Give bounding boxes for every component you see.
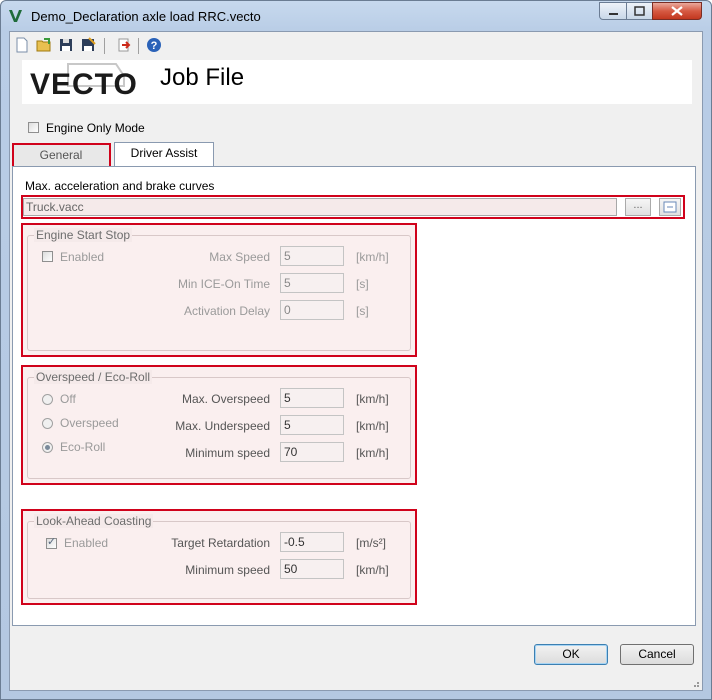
max-underspeed-input[interactable]: 5 bbox=[280, 415, 344, 435]
svg-text:?: ? bbox=[151, 40, 158, 52]
activation-delay-label: Activation Delay bbox=[183, 304, 270, 318]
overspeed-minimum-speed-input[interactable]: 70 bbox=[280, 442, 344, 462]
save-as-icon[interactable] bbox=[80, 37, 96, 53]
client-area: ? VECTO Job File Engine Only Mode Genera… bbox=[9, 31, 703, 691]
activation-delay-unit: [s] bbox=[356, 304, 369, 318]
toolbar-separator bbox=[104, 38, 105, 54]
max-underspeed-unit: [km/h] bbox=[356, 419, 389, 433]
look-ahead-minimum-speed-unit: [km/h] bbox=[356, 563, 389, 577]
min-ice-on-time-label: Min ICE-On Time bbox=[177, 277, 270, 291]
activation-delay-input[interactable]: 0 bbox=[280, 300, 344, 320]
target-retardation-input[interactable]: -0.5 bbox=[280, 532, 344, 552]
max-underspeed-label: Max. Underspeed bbox=[175, 419, 270, 433]
max-overspeed-input[interactable]: 5 bbox=[280, 388, 344, 408]
driver-assist-panel: Max. acceleration and brake curves Truck… bbox=[12, 166, 696, 626]
new-file-icon[interactable] bbox=[14, 37, 30, 53]
job-file-window: Demo_Declaration axle load RRC.vecto ? V… bbox=[0, 0, 712, 700]
max-speed-label: Max Speed bbox=[209, 250, 270, 264]
close-button[interactable] bbox=[652, 2, 702, 20]
engine-only-mode-checkbox[interactable] bbox=[28, 122, 39, 133]
cancel-button[interactable]: Cancel bbox=[620, 644, 694, 665]
header-banner: VECTO Job File bbox=[22, 60, 692, 104]
tab-driver-assist[interactable]: Driver Assist bbox=[114, 142, 214, 167]
max-overspeed-unit: [km/h] bbox=[356, 392, 389, 406]
open-file-icon bbox=[663, 201, 677, 213]
look-ahead-enabled-checkbox[interactable] bbox=[46, 535, 57, 549]
engine-start-stop-enabled-label: Enabled bbox=[60, 250, 105, 264]
eco-roll-radio-label: Eco-Roll bbox=[60, 440, 106, 454]
maximize-button[interactable] bbox=[626, 2, 653, 20]
look-ahead-minimum-speed-input[interactable]: 50 bbox=[280, 559, 344, 579]
overspeed-radio-label: Overspeed bbox=[60, 416, 119, 430]
window-title: Demo_Declaration axle load RRC.vecto bbox=[31, 9, 261, 24]
toolbar-separator bbox=[138, 38, 139, 54]
overspeed-group: Overspeed / Eco-Roll Off Overspeed Eco-R… bbox=[27, 370, 411, 479]
save-icon[interactable] bbox=[58, 37, 74, 53]
page-title: Job File bbox=[160, 64, 245, 91]
overspeed-title: Overspeed / Eco-Roll bbox=[34, 370, 153, 384]
vecto-logo: VECTO bbox=[24, 62, 137, 102]
logo-text: VECTO bbox=[30, 68, 138, 101]
vecto-app-icon bbox=[9, 10, 22, 22]
engine-start-stop-enabled-checkbox[interactable] bbox=[42, 251, 53, 262]
highlight-box-overspeed: Overspeed / Eco-Roll Off Overspeed Eco-R… bbox=[21, 365, 417, 485]
minimize-icon bbox=[609, 13, 618, 15]
accel-curves-file-input[interactable]: Truck.vacc bbox=[23, 198, 617, 216]
overspeed-minimum-speed-label: Minimum speed bbox=[185, 446, 270, 460]
max-speed-input[interactable]: 5 bbox=[280, 246, 344, 266]
maximize-icon bbox=[634, 6, 645, 16]
off-radio-label: Off bbox=[60, 392, 76, 406]
target-retardation-label: Target Retardation bbox=[171, 536, 270, 550]
open-file-button[interactable] bbox=[659, 198, 681, 216]
highlight-box-look-ahead: Look-Ahead Coasting Enabled Target Retar… bbox=[21, 509, 417, 605]
browse-button[interactable]: ... bbox=[625, 198, 651, 216]
max-overspeed-label: Max. Overspeed bbox=[181, 392, 270, 406]
engine-start-stop-title: Engine Start Stop bbox=[34, 228, 133, 242]
off-radio[interactable] bbox=[42, 394, 53, 405]
send-to-job-list-icon[interactable] bbox=[116, 37, 132, 53]
overspeed-minimum-speed-unit: [km/h] bbox=[356, 446, 389, 460]
target-retardation-unit: [m/s²] bbox=[356, 536, 386, 550]
engine-only-mode-label: Engine Only Mode bbox=[46, 121, 145, 135]
look-ahead-group: Look-Ahead Coasting Enabled Target Retar… bbox=[27, 514, 411, 599]
accel-curves-label: Max. acceleration and brake curves bbox=[25, 179, 215, 193]
look-ahead-enabled-label: Enabled bbox=[64, 536, 109, 550]
highlight-box-general-tab bbox=[12, 143, 111, 168]
help-icon[interactable]: ? bbox=[146, 37, 162, 53]
ok-button[interactable]: OK bbox=[534, 644, 608, 665]
highlight-box-engine-start-stop: Engine Start Stop Enabled Max Speed 5 [k… bbox=[21, 223, 417, 357]
look-ahead-title: Look-Ahead Coasting bbox=[34, 514, 154, 528]
min-ice-on-time-input[interactable]: 5 bbox=[280, 273, 344, 293]
resize-grip-icon[interactable] bbox=[690, 678, 700, 688]
min-ice-on-time-unit: [s] bbox=[356, 277, 369, 291]
open-folder-icon[interactable] bbox=[36, 37, 52, 53]
eco-roll-radio[interactable] bbox=[42, 442, 53, 453]
max-speed-unit: [km/h] bbox=[356, 250, 389, 264]
title-bar[interactable]: Demo_Declaration axle load RRC.vecto bbox=[1, 1, 711, 31]
overspeed-radio[interactable] bbox=[42, 418, 53, 429]
minimize-button[interactable] bbox=[599, 2, 627, 20]
look-ahead-minimum-speed-label: Minimum speed bbox=[185, 563, 270, 577]
close-icon bbox=[671, 6, 683, 16]
engine-start-stop-group: Engine Start Stop Enabled Max Speed 5 [k… bbox=[27, 228, 411, 351]
